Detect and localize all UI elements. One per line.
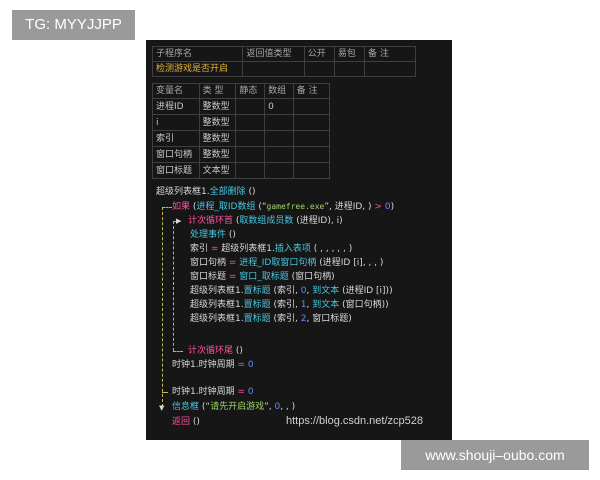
if-flow-connector (162, 207, 172, 208)
watermark: https://blog.csdn.net/zcp528 (286, 415, 423, 427)
code-line-11[interactable]: 计次循环尾 () (188, 344, 243, 358)
loop-flow-line (173, 221, 174, 351)
code-line-2[interactable]: 如果 (进程_取ID数组 (“gamefree.exe”, 进程ID, ) > … (172, 200, 394, 214)
code-line-15[interactable]: 返回 () (172, 415, 200, 429)
flow-arrow-icon: ▶ (176, 217, 182, 225)
code-area[interactable]: ▼ ▶ 超级列表框1.全部删除 () 如果 (进程_取ID数组 (“gamefr… (146, 40, 452, 440)
code-editor: 子程序名 返回值类型 公开 易包 备 注 检测游戏是否开启 变量名 类 型 静态… (146, 40, 452, 440)
bottom-right-tag: www.shouji–oubo.com (401, 440, 589, 470)
else-flow-connector (162, 392, 168, 393)
flow-arrow-icon: ▼ (159, 404, 165, 412)
code-line-5[interactable]: 索引 = 超级列表框1.插入表项 ( , , , , , ) (190, 242, 352, 256)
code-line-14[interactable]: 信息框 (“请先开启游戏”, 0, , ) (172, 400, 295, 414)
code-line-10[interactable]: 超级列表框1.置标题 (索引, 2, 窗口标题) (190, 312, 352, 326)
code-line-7[interactable]: 窗口标题 = 窗口_取标题 (窗口句柄) (190, 270, 335, 284)
code-line-12[interactable]: 时钟1.时钟周期 = 0 (172, 358, 254, 372)
loop-end-connector (173, 351, 183, 352)
code-line-9[interactable]: 超级列表框1.置标题 (索引, 1, 到文本 (窗口句柄)) (190, 298, 389, 312)
code-line-3[interactable]: 计次循环首 (取数组成员数 (进程ID), i) (188, 214, 343, 228)
top-left-tag: TG: MYYJJPP (12, 10, 135, 40)
code-line-1[interactable]: 超级列表框1.全部删除 () (156, 185, 256, 199)
code-line-6[interactable]: 窗口句柄 = 进程_ID取窗口句柄 (进程ID [i], , , ) (190, 256, 383, 270)
if-flow-line (162, 207, 163, 407)
code-line-4[interactable]: 处理事件 () (190, 228, 236, 242)
code-line-13[interactable]: 时钟1.时钟周期 = 0 (172, 385, 254, 399)
code-line-8[interactable]: 超级列表框1.置标题 (索引, 0, 到文本 (进程ID [i])) (190, 284, 393, 298)
